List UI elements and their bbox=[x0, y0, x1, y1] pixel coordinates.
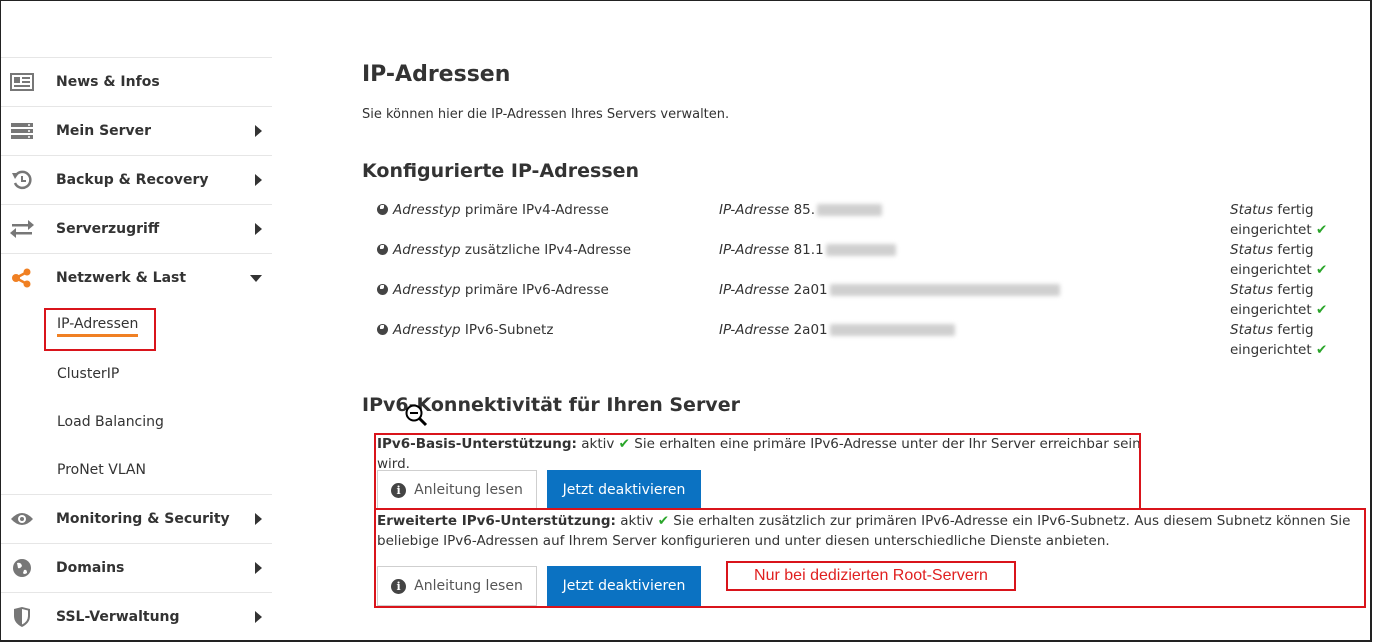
sidebar-subitem-label: IP-Adressen bbox=[57, 316, 139, 337]
address-type: primäre IPv6-Adresse bbox=[464, 282, 609, 298]
globe-icon bbox=[377, 324, 388, 335]
ipv6-extended-description: Erweiterte IPv6-Unterstützung: aktiv ✔ S… bbox=[377, 511, 1362, 551]
sidebar-item-label: News & Infos bbox=[56, 74, 160, 90]
status-label: Status bbox=[1230, 202, 1274, 218]
ip-address: 85. bbox=[793, 202, 816, 218]
sidebar-item-backup[interactable]: Backup & Recovery bbox=[0, 155, 272, 204]
eye-icon bbox=[10, 509, 34, 529]
ip-address: 81.1 bbox=[793, 242, 824, 258]
zoom-out-cursor-icon bbox=[405, 404, 428, 427]
ip-label: IP-Adresse bbox=[719, 282, 790, 298]
guide-button-basic[interactable]: i Anleitung lesen bbox=[377, 470, 537, 510]
sidebar-subitem-label: ProNet VLAN bbox=[57, 462, 146, 478]
share-nodes-icon bbox=[10, 268, 34, 288]
status-label: Status bbox=[1230, 242, 1274, 258]
globe-icon bbox=[10, 558, 34, 578]
sidebar-item-label: Serverzugriff bbox=[56, 221, 160, 237]
redacted-ip bbox=[817, 204, 883, 216]
transfer-arrows-icon bbox=[10, 219, 34, 239]
globe-icon bbox=[377, 284, 388, 295]
sidebar-subitem-ip-adressen[interactable]: IP-Adressen bbox=[0, 302, 272, 350]
ipv6-basic-description: IPv6-Basis-Unterstützung: aktiv ✔ Sie er… bbox=[377, 434, 1147, 474]
sidebar-item-news[interactable]: News & Infos bbox=[0, 57, 272, 106]
sidebar-item-label: SSL-Verwaltung bbox=[56, 609, 180, 625]
type-label: Adresstyp bbox=[393, 282, 461, 298]
sidebar-item-domains[interactable]: Domains bbox=[0, 543, 272, 592]
history-icon bbox=[10, 170, 34, 190]
ip-label: IP-Adresse bbox=[719, 242, 790, 258]
page-intro: Sie können hier die IP-Adressen Ihres Se… bbox=[362, 107, 730, 122]
sidebar-item-mein-server[interactable]: Mein Server bbox=[0, 106, 272, 155]
redacted-ip bbox=[829, 284, 1060, 296]
address-type: primäre IPv4-Adresse bbox=[464, 202, 609, 218]
checkmark-icon: ✔ bbox=[1315, 262, 1328, 278]
sidebar-item-label: Backup & Recovery bbox=[56, 172, 209, 188]
checkmark-icon: ✔ bbox=[618, 436, 630, 452]
checkmark-icon: ✔ bbox=[657, 513, 669, 529]
server-icon bbox=[10, 121, 34, 141]
checkmark-icon: ✔ bbox=[1315, 302, 1328, 318]
sidebar-item-label: Domains bbox=[56, 560, 125, 576]
chevron-right-icon bbox=[255, 611, 262, 623]
sidebar-item-netzwerk[interactable]: Netzwerk & Last bbox=[0, 253, 272, 302]
type-label: Adresstyp bbox=[393, 242, 461, 258]
page-title: IP-Adressen bbox=[362, 62, 511, 87]
sidebar-nav: News & Infos Mein Server Backup & Recove… bbox=[0, 57, 272, 641]
newspaper-icon bbox=[10, 72, 34, 92]
ip-label: IP-Adresse bbox=[719, 202, 790, 218]
ip-label: IP-Adresse bbox=[719, 322, 790, 338]
chevron-right-icon bbox=[255, 562, 262, 574]
ip-address: 2a01 bbox=[793, 282, 828, 298]
ipv6-basic-state: aktiv bbox=[581, 436, 615, 452]
ipv6-basic-title: IPv6-Basis-Unterstützung: bbox=[377, 436, 577, 452]
sidebar-subitem-clusterip[interactable]: ClusterIP bbox=[0, 350, 272, 398]
sidebar-item-serverzugriff[interactable]: Serverzugriff bbox=[0, 204, 272, 253]
sidebar-item-monitoring[interactable]: Monitoring & Security bbox=[0, 494, 272, 543]
guide-button-extended[interactable]: i Anleitung lesen bbox=[377, 566, 537, 606]
guide-button-label: Anleitung lesen bbox=[414, 578, 523, 594]
sidebar-item-label: Netzwerk & Last bbox=[56, 270, 187, 286]
chevron-right-icon bbox=[255, 174, 262, 186]
ipv6-extended-title: Erweiterte IPv6-Unterstützung: bbox=[377, 513, 616, 529]
ip-address: 2a01 bbox=[793, 322, 828, 338]
type-label: Adresstyp bbox=[393, 322, 461, 338]
redacted-ip bbox=[825, 244, 896, 256]
checkmark-icon: ✔ bbox=[1315, 222, 1328, 238]
status-label: Status bbox=[1230, 282, 1274, 298]
sidebar-subitem-label: Load Balancing bbox=[57, 414, 164, 430]
deactivate-button-extended[interactable]: Jetzt deaktivieren bbox=[547, 566, 701, 606]
address-type: zusätzliche IPv4-Adresse bbox=[464, 242, 632, 258]
info-icon: i bbox=[391, 578, 407, 594]
chevron-down-icon bbox=[250, 275, 262, 282]
annotation-note: Nur bei dedizierten Root-Servern bbox=[726, 561, 1016, 591]
deactivate-button-basic[interactable]: Jetzt deaktivieren bbox=[547, 470, 701, 510]
sidebar-item-label: Mein Server bbox=[56, 123, 152, 139]
checkmark-icon: ✔ bbox=[1315, 342, 1328, 358]
ipv6-extended-state: aktiv bbox=[620, 513, 654, 529]
sidebar-item-ssl[interactable]: SSL-Verwaltung bbox=[0, 592, 272, 641]
configured-ip-heading: Konfigurierte IP-Adressen bbox=[362, 160, 640, 182]
chevron-right-icon bbox=[255, 223, 262, 235]
info-icon: i bbox=[391, 482, 407, 498]
shield-icon bbox=[10, 607, 34, 627]
sidebar-subitem-pronet-vlan[interactable]: ProNet VLAN bbox=[0, 446, 272, 494]
guide-button-label: Anleitung lesen bbox=[414, 482, 523, 498]
globe-icon bbox=[377, 204, 388, 215]
chevron-right-icon bbox=[255, 125, 262, 137]
address-type: IPv6-Subnetz bbox=[464, 322, 554, 338]
redacted-ip bbox=[829, 324, 955, 336]
sidebar-subitem-label: ClusterIP bbox=[57, 366, 120, 382]
chevron-right-icon bbox=[255, 513, 262, 525]
status-label: Status bbox=[1230, 322, 1274, 338]
sidebar-item-label: Monitoring & Security bbox=[56, 511, 230, 527]
globe-icon bbox=[377, 244, 388, 255]
type-label: Adresstyp bbox=[393, 202, 461, 218]
sidebar-subitem-load-balancing[interactable]: Load Balancing bbox=[0, 398, 272, 446]
